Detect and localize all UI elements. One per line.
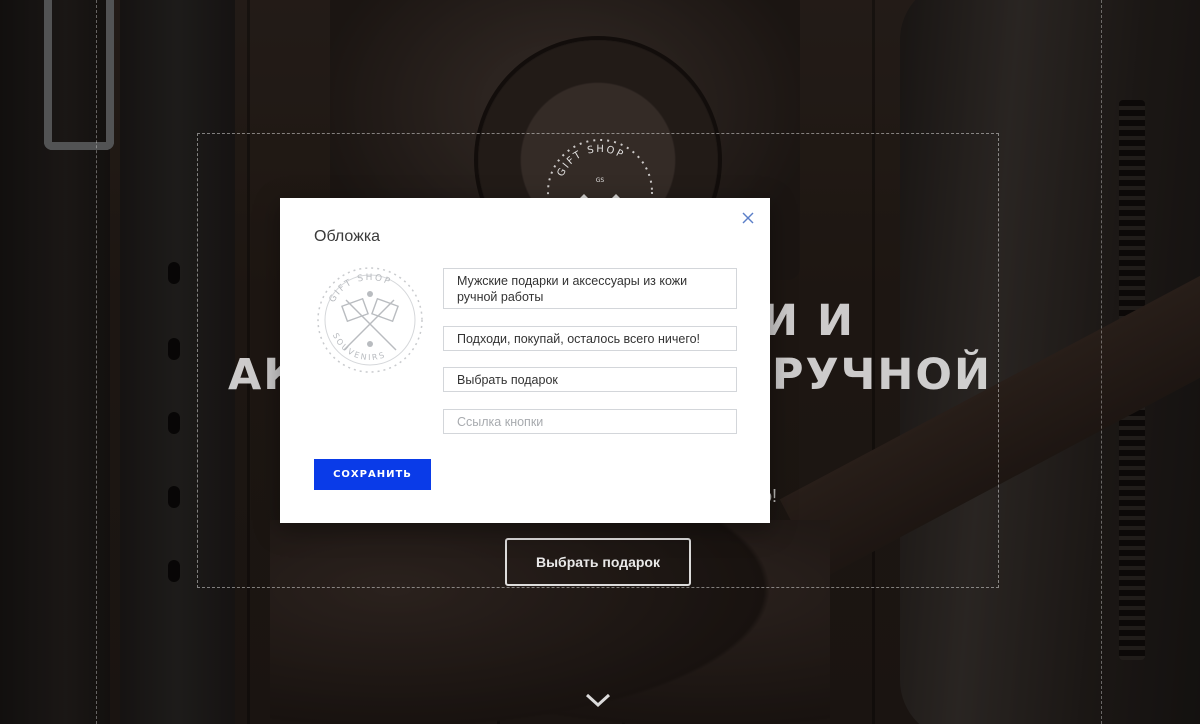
modal-title: Обложка bbox=[314, 228, 381, 245]
cover-button-link-field[interactable]: Ссылка кнопки bbox=[443, 409, 737, 434]
hero-title-fragment-1: И И bbox=[762, 296, 855, 346]
cover-edit-modal: Обложка GIFT SHOP SOUVENIRS Мужские пода… bbox=[280, 198, 770, 523]
chevron-down-icon[interactable] bbox=[585, 690, 611, 710]
cover-logo-thumbnail[interactable]: GIFT SHOP SOUVENIRS bbox=[314, 264, 426, 376]
bg-logo-monogram: GS bbox=[596, 177, 605, 184]
guide-line-left bbox=[96, 0, 97, 724]
close-icon[interactable] bbox=[740, 210, 756, 226]
cover-title-field[interactable]: Мужские подарки и аксессуары из кожи руч… bbox=[443, 268, 737, 309]
cover-subtitle-field[interactable]: Подходи, покупай, осталось всего ничего! bbox=[443, 326, 737, 351]
hero-title-fragment-right: РУЧНОЙ bbox=[772, 350, 992, 400]
hero-cta-button[interactable]: Выбрать подарок bbox=[505, 538, 691, 586]
guide-line-right bbox=[1101, 0, 1102, 724]
save-button[interactable]: СОХРАНИТЬ bbox=[314, 459, 431, 490]
logo-text-bottom: SOUVENIRS bbox=[331, 332, 385, 363]
svg-text:GIFT SHOP: GIFT SHOP bbox=[556, 144, 627, 179]
bg-logo-text: GIFT SHOP bbox=[556, 144, 625, 179]
cover-button-text-field[interactable]: Выбрать подарок bbox=[443, 367, 737, 392]
svg-text:SOUVENIRS: SOUVENIRS bbox=[331, 332, 387, 363]
